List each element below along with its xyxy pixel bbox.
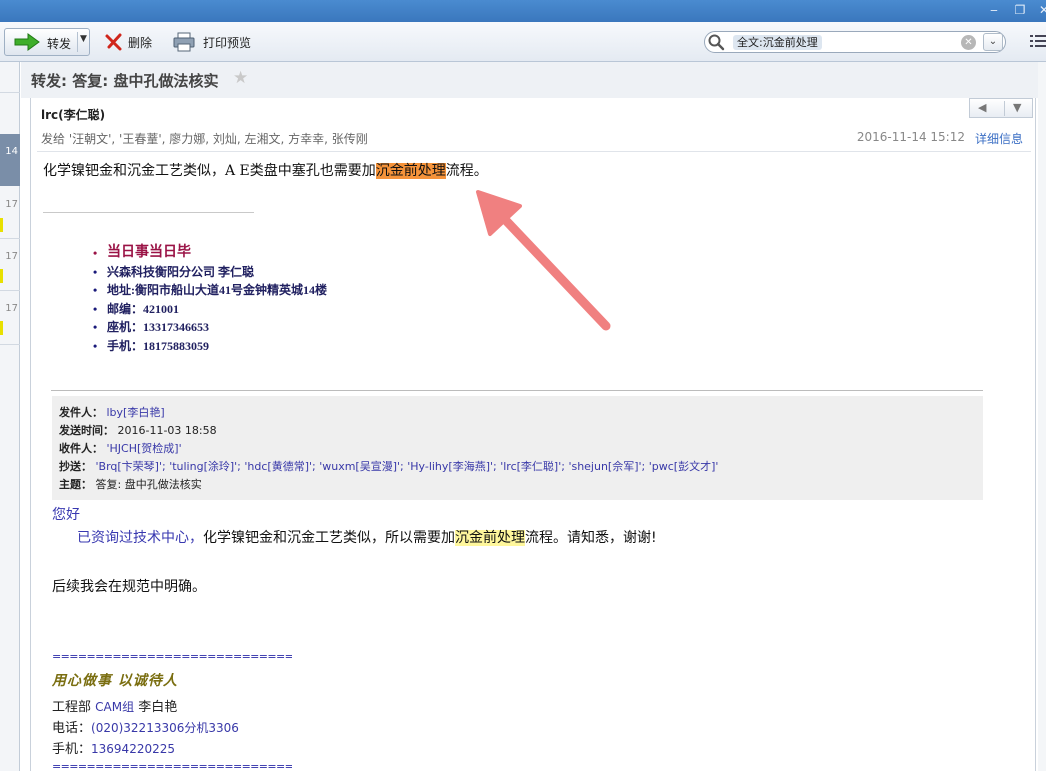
annotation-arrow-icon: [476, 190, 611, 331]
list-item-time[interactable]: 17: [0, 199, 20, 210]
forward-separator: [77, 32, 78, 52]
bullet-icon: •: [93, 246, 98, 260]
list-item-time[interactable]: 17: [0, 303, 20, 314]
list-divider: [0, 344, 20, 345]
list-divider: [0, 290, 20, 291]
message-list-edge: 14 17 17 17: [0, 62, 20, 771]
forward-dropdown-icon[interactable]: ▼: [80, 34, 87, 44]
signature-divider: [43, 212, 254, 213]
quoted-to: 收件人： 'HJCH[贺检成]': [59, 442, 182, 455]
search-highlight: 沉金前处理: [375, 163, 446, 179]
delete-button[interactable]: 删除: [128, 34, 152, 51]
delete-icon[interactable]: [104, 32, 124, 52]
signature-phone: 电话：(020)32213306分机3306: [52, 721, 239, 736]
window-title-bar: ‒ ❐ ✕: [0, 0, 1046, 22]
search-options-icon[interactable]: ⌄: [983, 33, 1003, 51]
quoted-from: 发件人： lby[李白艳]: [59, 406, 165, 419]
details-link[interactable]: 详细信息: [975, 130, 1023, 147]
clear-search-icon[interactable]: ✕: [961, 35, 976, 50]
search-icon: [708, 34, 725, 51]
more-actions-icon[interactable]: ▼: [1013, 101, 1021, 114]
bullet-icon: •: [93, 338, 98, 353]
list-item-flag: [0, 321, 3, 335]
signature-dept: 工程部 CAM组 李白艳: [52, 700, 178, 715]
print-preview-button[interactable]: 打印预览: [203, 34, 251, 51]
reply-separator: [1004, 101, 1005, 116]
signature-motto: 用心做事 以诚待人: [52, 673, 178, 689]
forward-label: 转发: [47, 37, 72, 51]
quoted-body-line: 已资询过技术中心，化学镍钯金和沉金工艺类似，所以需要加沉金前处理流程。请知悉，谢…: [77, 530, 657, 546]
signature-line: • 当日事当日毕: [93, 244, 327, 263]
quoted-header-box: 发件人： lby[李白艳] 发送时间： 2016-11-03 18:58 收件人…: [52, 396, 983, 500]
bullet-icon: •: [93, 264, 98, 279]
forward-arrow-icon: [14, 33, 40, 51]
quoted-body-line: 后续我会在规范中明确。: [52, 579, 206, 595]
quoted-sent: 发送时间： 2016-11-03 18:58: [59, 424, 217, 437]
bullet-icon: •: [93, 301, 98, 316]
minimize-button[interactable]: ‒: [986, 3, 1002, 17]
signature-mobile: 手机：13694220225: [52, 742, 175, 757]
message-datetime: 2016-11-14 15:12: [856, 130, 965, 144]
bullet-icon: •: [93, 283, 98, 297]
signature-rule: ================================: [52, 650, 292, 663]
list-item-flag: [0, 269, 3, 283]
message-header: 转发: 答复: 盘中孔做法核实 ★: [21, 62, 1046, 98]
list-item-time[interactable]: 17: [0, 251, 20, 262]
signature-rule: ================================: [52, 760, 292, 771]
signature-line: • 座机：13317346653: [93, 318, 327, 337]
vertical-scrollbar[interactable]: [1038, 62, 1046, 771]
sender-signature: • 当日事当日毕 • 兴森科技衡阳分公司 李仁聪 • 地址:衡阳市船山大道41号金钟精…: [93, 244, 327, 355]
quote-divider: [51, 390, 983, 391]
printer-icon[interactable]: [173, 32, 195, 52]
reply-icon[interactable]: ◀: [978, 101, 986, 114]
menu-icon[interactable]: [1030, 34, 1046, 48]
bullet-icon: •: [93, 320, 98, 334]
sender-name[interactable]: lrc(李仁聪): [41, 106, 105, 123]
search-box[interactable]: 全文:沉金前处理 ✕ ⌄: [704, 31, 1006, 53]
body-text: 化学镍钯金和沉金工艺类似，A E类盘中塞孔也需要加: [43, 163, 376, 179]
signature-line: • 邮编：421001: [93, 300, 327, 319]
selected-message-row[interactable]: [0, 134, 20, 186]
forward-button[interactable]: 转发 ▼: [4, 28, 90, 56]
search-highlight: 沉金前处理: [455, 530, 525, 546]
quoted-greeting: 您好: [52, 507, 80, 523]
signature-line: • 兴森科技衡阳分公司 李仁聪: [93, 263, 327, 282]
reply-actions: ◀ ▼: [969, 98, 1033, 118]
list-divider: [0, 92, 20, 93]
restore-button[interactable]: ❐: [1012, 3, 1028, 17]
quoted-cc: 抄送： 'Brq[卞荣琴]'; 'tuling[涂玲]'; 'hdc[黄德常]'…: [59, 460, 719, 473]
message-subject: 转发: 答复: 盘中孔做法核实: [31, 72, 219, 90]
body-first-line: 化学镍钯金和沉金工艺类似，A E类盘中塞孔也需要加沉金前处理流程。: [43, 160, 488, 180]
list-item-flag: [0, 218, 3, 232]
recipients-line: 发给 '汪朝文', '王春蕫', 廖力娜, 刘灿, 左湘文, 方幸幸, 张传刚: [41, 132, 368, 146]
star-icon[interactable]: ★: [233, 68, 248, 88]
signature-line: • 手机：18175883059: [93, 337, 327, 356]
list-divider: [0, 238, 20, 239]
body-text: 流程。: [445, 163, 488, 179]
list-item-time[interactable]: 14: [0, 146, 20, 157]
quoted-subject: 主题： 答复: 盘中孔做法核实: [59, 478, 202, 491]
signature-line: • 地址:衡阳市船山大道41号金钟精英城14楼: [93, 281, 327, 300]
search-query-tag[interactable]: 全文:沉金前处理: [733, 35, 822, 50]
close-button[interactable]: ✕: [1036, 3, 1046, 17]
header-divider: [37, 151, 1031, 152]
